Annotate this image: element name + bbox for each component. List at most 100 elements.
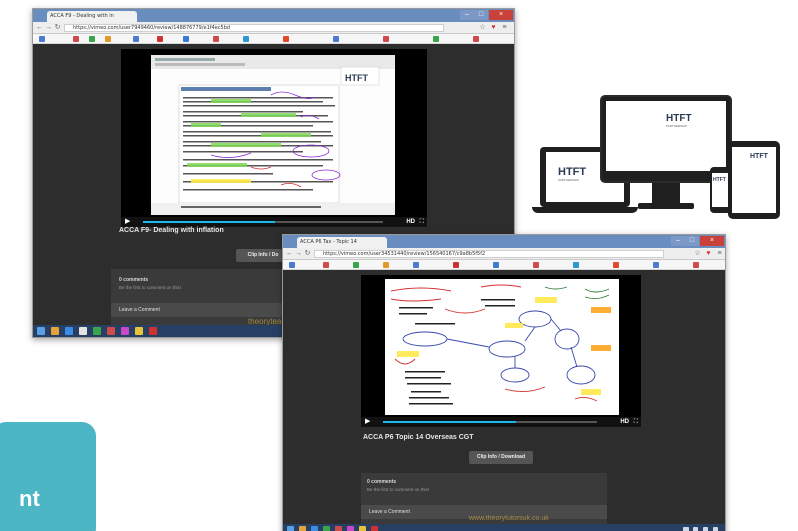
- bookmark-icon[interactable]: [183, 36, 189, 42]
- svg-text:HTFT: HTFT: [345, 73, 368, 83]
- brand-logo: HTFT PARTNERSHIP: [558, 166, 587, 182]
- comment-prompt: Be the first to comment on this!: [367, 487, 430, 492]
- heart-icon[interactable]: ♥: [704, 249, 713, 258]
- taskbar: [283, 524, 725, 531]
- clip-info-button[interactable]: Clip Info / Download: [469, 451, 533, 464]
- bookmark-icon[interactable]: [323, 262, 329, 268]
- bookmark-icon[interactable]: [693, 262, 699, 268]
- maximize-button[interactable]: □: [685, 236, 699, 246]
- close-button[interactable]: ×: [700, 236, 724, 246]
- play-icon[interactable]: ▶: [365, 418, 379, 426]
- comments-section: 0 comments Be the first to comment on th…: [361, 473, 607, 531]
- progress-bar[interactable]: [143, 221, 383, 223]
- hd-badge[interactable]: HD: [406, 218, 415, 226]
- bookmark-icon[interactable]: [493, 262, 499, 268]
- reload-icon[interactable]: ↻: [303, 249, 312, 258]
- app-icon[interactable]: [311, 526, 318, 531]
- app-icon[interactable]: [65, 327, 73, 335]
- app-icon[interactable]: [93, 327, 101, 335]
- heart-icon[interactable]: ♥: [489, 23, 498, 32]
- tray-icon[interactable]: [713, 527, 718, 531]
- app-icon[interactable]: [299, 526, 306, 531]
- url-input[interactable]: https://vimeo.com/user34531440/review/15…: [314, 250, 664, 258]
- bookmark-icon[interactable]: [105, 36, 111, 42]
- mindmap-drawing: [385, 279, 619, 415]
- minimize-button[interactable]: –: [671, 236, 685, 246]
- tray-icon[interactable]: [693, 527, 698, 531]
- app-icon[interactable]: [335, 526, 342, 531]
- star-icon[interactable]: ☆: [693, 249, 702, 258]
- app-icon[interactable]: [135, 327, 143, 335]
- progress-fill: [383, 421, 516, 423]
- leave-comment-box[interactable]: Leave a Comment: [111, 303, 311, 317]
- tray-icon[interactable]: [703, 527, 708, 531]
- menu-icon[interactable]: ≡: [715, 249, 724, 258]
- bookmark-icon[interactable]: [333, 36, 339, 42]
- progress-bar[interactable]: [383, 421, 597, 423]
- play-icon[interactable]: ▶: [125, 218, 139, 226]
- app-icon[interactable]: [51, 327, 59, 335]
- mindmap-slide: [385, 279, 619, 415]
- forward-icon[interactable]: →: [44, 23, 53, 32]
- bookmark-icon[interactable]: [353, 262, 359, 268]
- bookmark-icon[interactable]: [473, 36, 479, 42]
- menu-icon[interactable]: ≡: [500, 23, 509, 32]
- device-mockups: HTFT PARTNERSHIP HTFT PARTNERSHIP HTFT HTF…: [532, 95, 782, 225]
- app-icon[interactable]: [371, 526, 378, 531]
- bookmark-icon[interactable]: [39, 36, 45, 42]
- browser-tab[interactable]: ACCA F9 - Dealing with in: [47, 11, 137, 22]
- app-icon[interactable]: [359, 526, 366, 531]
- bookmark-icon[interactable]: [533, 262, 539, 268]
- bookmark-icon[interactable]: [283, 36, 289, 42]
- bookmark-icon[interactable]: [573, 262, 579, 268]
- bookmark-icon[interactable]: [133, 36, 139, 42]
- brand-logo: HTFT PARTNERSHIP: [666, 113, 692, 128]
- back-icon[interactable]: ←: [285, 249, 294, 258]
- bookmark-icon[interactable]: [413, 262, 419, 268]
- tray-icon[interactable]: [683, 527, 689, 531]
- start-icon[interactable]: [287, 526, 294, 531]
- bookmark-icon[interactable]: [383, 262, 389, 268]
- bookmark-icon[interactable]: [453, 262, 459, 268]
- start-icon[interactable]: [37, 327, 45, 335]
- laptop-base: [532, 207, 638, 213]
- close-button[interactable]: ×: [489, 10, 513, 20]
- fullscreen-icon[interactable]: ⛶: [634, 418, 638, 426]
- teal-card: nt: [0, 422, 96, 531]
- promo-collage: ACCA F9 - Dealing with in – □ × ← → ↻ ht…: [0, 0, 798, 531]
- star-icon[interactable]: ☆: [478, 23, 487, 32]
- address-bar: ← → ↻ https://vimeo.com/user7949460/revi…: [33, 22, 514, 34]
- browser-tab[interactable]: ACCA P6 Tax - Topic 14: [297, 237, 387, 248]
- back-icon[interactable]: ←: [35, 23, 44, 32]
- reload-icon[interactable]: ↻: [53, 23, 62, 32]
- bookmark-icon[interactable]: [213, 36, 219, 42]
- lecture-slide: HTFT: [151, 55, 395, 215]
- app-icon[interactable]: [79, 327, 87, 335]
- bookmark-icon[interactable]: [243, 36, 249, 42]
- forward-icon[interactable]: →: [294, 249, 303, 258]
- bookmark-icon[interactable]: [653, 262, 659, 268]
- minimize-button[interactable]: –: [460, 10, 474, 20]
- url-input[interactable]: https://vimeo.com/user7949460/review/148…: [64, 24, 444, 32]
- bookmark-icon[interactable]: [383, 36, 389, 42]
- app-icon[interactable]: [121, 327, 129, 335]
- video-title: ACCA P6 Topic 14 Overseas CGT: [363, 434, 474, 441]
- video-player[interactable]: HTFT ▶ HD ⛶: [121, 49, 427, 227]
- app-icon[interactable]: [149, 327, 157, 335]
- bookmark-icon[interactable]: [157, 36, 163, 42]
- bookmark-icon[interactable]: [289, 262, 295, 268]
- browser-window-p6: ACCA P6 Tax - Topic 14 – □ × ← → ↻ https…: [282, 234, 726, 531]
- slide-drawing: HTFT: [151, 55, 395, 215]
- bookmark-icon[interactable]: [433, 36, 439, 42]
- bookmark-icon[interactable]: [613, 262, 619, 268]
- app-icon[interactable]: [347, 526, 354, 531]
- app-icon[interactable]: [107, 327, 115, 335]
- video-player[interactable]: ▶ HD ⛶: [361, 275, 641, 427]
- hd-badge[interactable]: HD: [620, 418, 629, 426]
- fullscreen-icon[interactable]: ⛶: [420, 218, 424, 226]
- app-icon[interactable]: [323, 526, 330, 531]
- bookmark-icon[interactable]: [89, 36, 95, 42]
- bookmark-icon[interactable]: [73, 36, 79, 42]
- bookmarks-bar: [283, 260, 725, 270]
- maximize-button[interactable]: □: [474, 10, 488, 20]
